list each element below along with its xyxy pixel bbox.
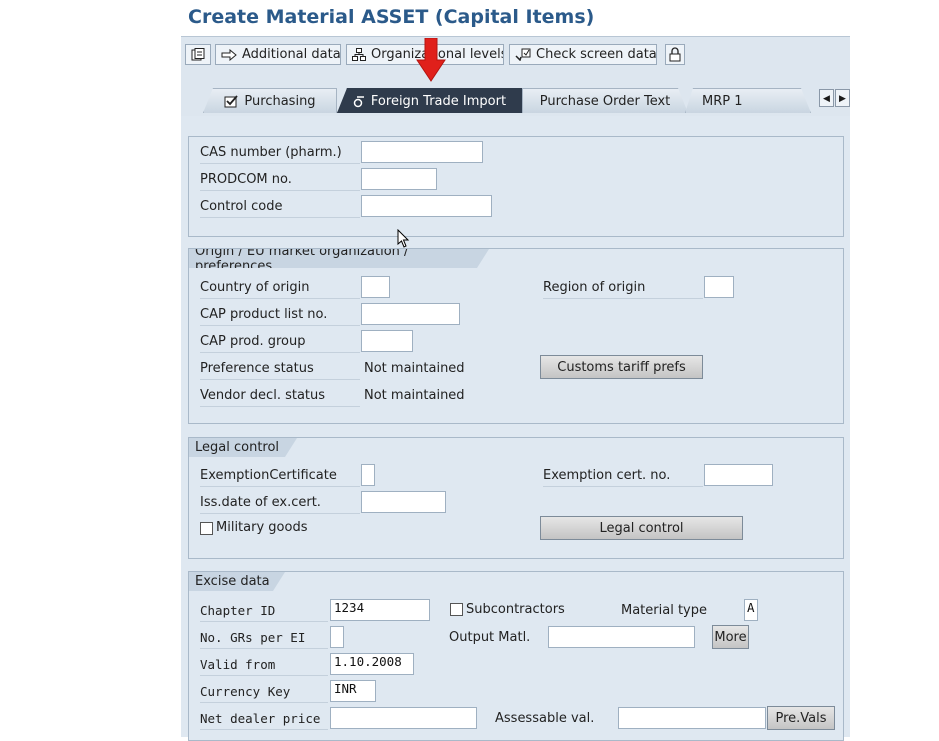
tab-foreign-trade-import[interactable]: Foreign Trade Import [337,88,522,113]
arrow-right-icon [221,48,237,61]
tab-strip: Purchasing Foreign Trade Import Purchase… [181,72,850,116]
tab-purchasing[interactable]: Purchasing [203,88,337,113]
prodcom-input[interactable] [361,168,437,190]
country-of-origin-label: Country of origin [200,277,360,299]
tab-mrp-1-label: MRP 1 [702,93,743,109]
region-of-origin-input[interactable] [704,276,734,298]
org-hierarchy-icon [352,48,366,61]
checked-doc-icon [224,94,239,108]
tab-scroll-right-button[interactable]: ▶ [835,89,850,107]
no-grs-per-ei-label: No. GRs per EI [200,627,328,649]
red-arrow-annotation [416,37,446,82]
cas-number-input[interactable] [361,141,483,163]
no-grs-per-ei-input[interactable] [330,626,344,648]
assessable-val-input[interactable] [618,707,766,729]
cap-product-list-input[interactable] [361,303,460,325]
check-screen-data-label: Check screen data [536,47,657,62]
legal-control-button[interactable]: Legal control [540,516,743,540]
other-material-button[interactable] [185,44,211,65]
tab-purchase-order-text[interactable]: Purchase Order Text [522,88,688,113]
chapter-id-input[interactable]: 1234 [330,599,430,621]
preference-status-value: Not maintained [364,361,465,376]
additional-data-label: Additional data [242,47,341,62]
tab-mrp-1[interactable]: MRP 1 [685,88,811,113]
chapter-id-label: Chapter ID [200,600,328,622]
triangle-right-icon: ▶ [839,92,846,103]
exemption-cert-no-input[interactable] [704,464,773,486]
valid-from-input[interactable]: 1.10.2008 [330,653,414,675]
country-of-origin-input[interactable] [361,276,390,298]
valid-from-label: Valid from [200,654,328,676]
iss-date-input[interactable] [361,491,446,513]
top-fields-group: CAS number (pharm.) PRODCOM no. Control … [188,136,844,237]
vendor-decl-status-value: Not maintained [364,388,465,403]
cap-prod-group-input[interactable] [361,330,413,352]
control-code-input[interactable] [361,195,492,217]
lock-icon [669,47,681,62]
mouse-cursor-icon [397,228,411,249]
tab-purchasing-label: Purchasing [244,93,316,109]
cas-number-label: CAS number (pharm.) [200,142,360,164]
exemption-certificate-input[interactable] [361,464,375,486]
tab-purchase-order-text-label: Purchase Order Text [539,93,671,109]
check-screen-data-button[interactable]: Check screen data [509,44,657,65]
tab-status-icon [353,95,365,108]
legal-control-group-title: Legal control [189,438,297,457]
tab-scroll-left-button[interactable]: ◀ [819,89,834,107]
exemption-certificate-label: ExemptionCertificate [200,465,360,487]
legal-control-group: Legal control ExemptionCertificate Exemp… [188,437,844,559]
currency-key-label: Currency Key [200,681,328,703]
application-toolbar: Additional data Organizational levels Ch… [181,36,850,74]
currency-key-input[interactable]: INR [330,680,376,702]
material-type-label: Material type [621,603,707,618]
net-dealer-price-label: Net dealer price [200,708,328,730]
subcontractors-label: Subcontractors [466,602,565,617]
excise-data-group: Excise data Chapter ID 1234 Subcontracto… [188,571,844,741]
net-dealer-price-input[interactable] [330,707,477,729]
pre-vals-button[interactable]: Pre.Vals [767,706,835,730]
preference-status-label: Preference status [200,358,360,380]
exemption-cert-no-label: Exemption cert. no. [543,465,703,487]
triangle-left-icon: ◀ [823,92,830,103]
document-icon [191,47,205,62]
output-matl-input[interactable] [548,626,695,648]
tab-content-area: CAS number (pharm.) PRODCOM no. Control … [181,116,850,741]
check-icon [515,48,531,61]
additional-data-button[interactable]: Additional data [215,44,341,65]
military-goods-checkbox[interactable] [200,522,213,535]
tab-foreign-trade-import-label: Foreign Trade Import [370,93,507,109]
customs-tariff-prefs-button[interactable]: Customs tariff prefs [540,355,703,379]
prodcom-label: PRODCOM no. [200,169,360,191]
vendor-decl-status-label: Vendor decl. status [200,385,360,407]
origin-group-title: Origin / EU market organization / prefer… [189,249,489,268]
control-code-label: Control code [200,196,360,218]
subcontractors-checkbox[interactable] [450,603,463,616]
region-of-origin-label: Region of origin [543,277,703,299]
military-goods-label: Military goods [216,520,308,535]
material-type-input[interactable]: A [744,599,758,621]
output-matl-label: Output Matl. [449,630,531,645]
assessable-val-label: Assessable val. [495,711,595,726]
lock-button[interactable] [665,44,685,65]
excise-data-group-title: Excise data [189,572,285,591]
iss-date-label: Iss.date of ex.cert. [200,492,360,514]
cap-prod-group-label: CAP prod. group [200,331,360,353]
page-title: Create Material ASSET (Capital Items) [188,6,595,28]
more-button[interactable]: More [712,625,749,649]
origin-group: Origin / EU market organization / prefer… [188,248,844,424]
cap-product-list-label: CAP product list no. [200,304,360,326]
